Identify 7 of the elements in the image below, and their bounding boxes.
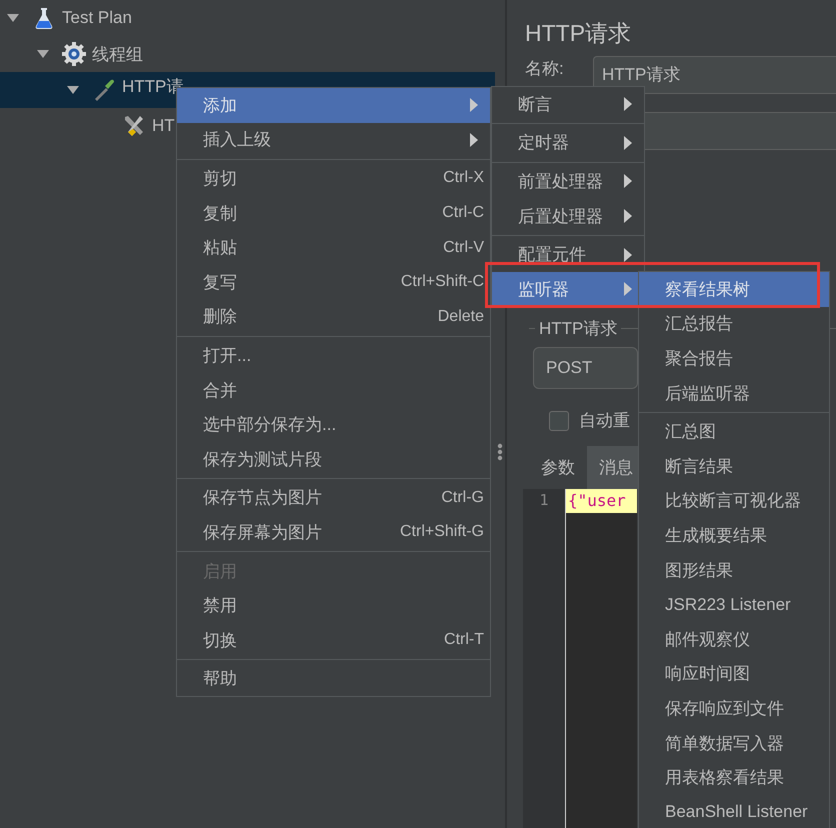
line-number: 1 [538, 490, 550, 509]
tree-item-label: Test Plan [62, 8, 132, 28]
tree-item-label: HT [152, 116, 175, 136]
name-label: 名称: [525, 60, 565, 78]
tree-item-label: 线程组 [92, 44, 143, 66]
panel-title: HTTP请求 [525, 19, 632, 46]
checkbox-label: 自动重 [579, 410, 630, 432]
